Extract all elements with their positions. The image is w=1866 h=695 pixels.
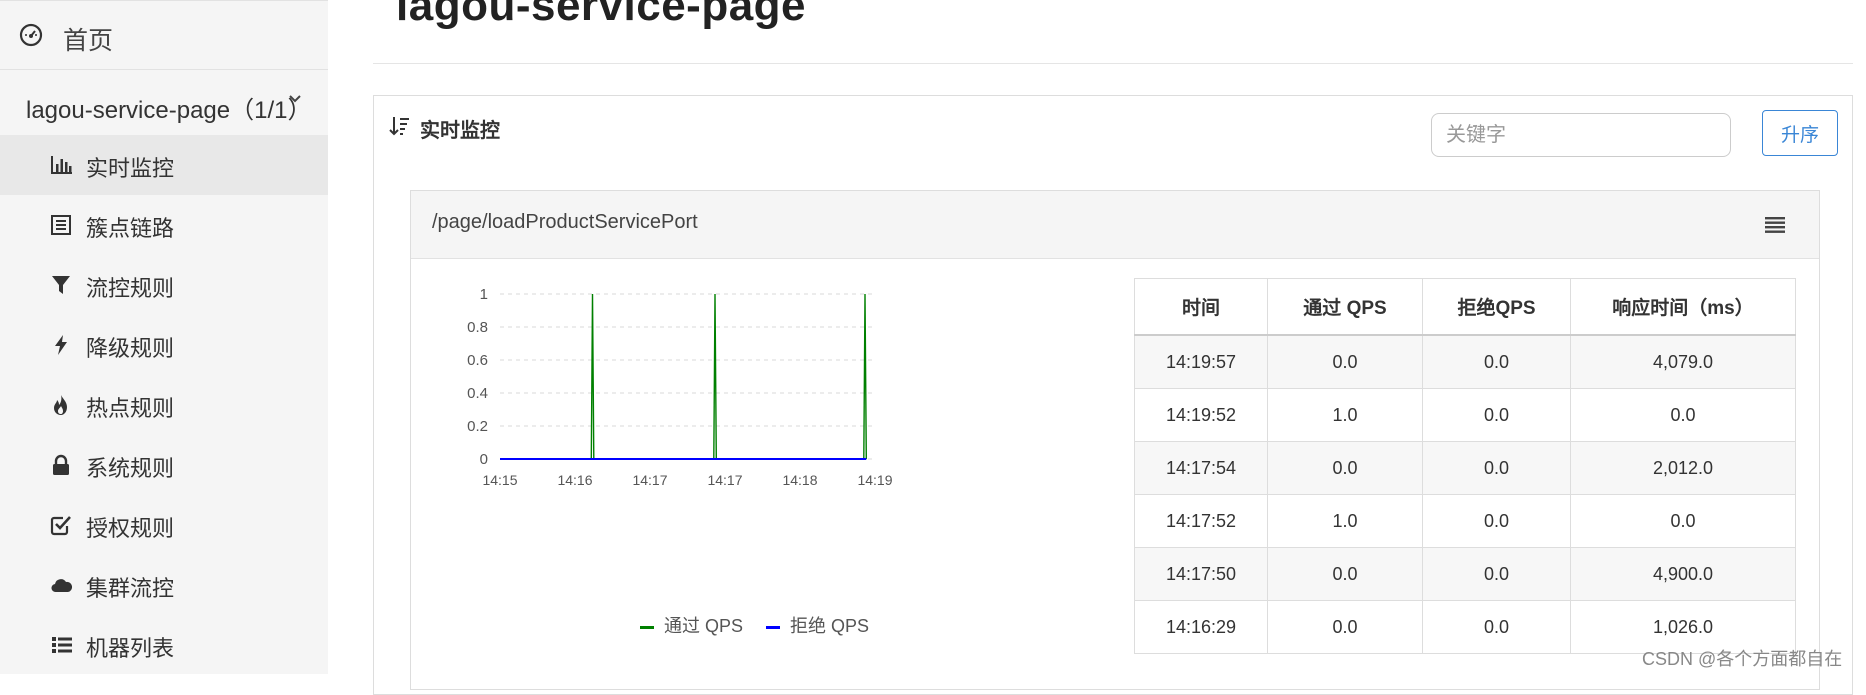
table-row: 14:17:54 0.0 0.0 2,012.0 xyxy=(1134,441,1796,495)
filter-icon xyxy=(52,276,70,294)
table-cell: 4,900.0 xyxy=(1570,547,1796,601)
table-cell: 0.0 xyxy=(1422,600,1571,654)
check-square-icon xyxy=(50,516,71,536)
legend-item-pass: 通过 QPS xyxy=(640,612,743,638)
search-input[interactable] xyxy=(1431,113,1731,157)
header-divider xyxy=(373,63,1853,64)
bolt-icon xyxy=(55,335,67,355)
table-row: 14:19:57 0.0 0.0 4,079.0 xyxy=(1134,334,1796,389)
y-tick-label: 0 xyxy=(480,451,488,468)
sidebar-item-label: 实时监控 xyxy=(86,156,175,181)
legend-label-pass: 通过 QPS xyxy=(664,616,744,636)
bar-chart-icon xyxy=(51,156,72,174)
y-tick-label: 0.2 xyxy=(467,418,488,435)
sidebar-item-label: 授权规则 xyxy=(86,516,175,541)
table-cell: 0.0 xyxy=(1267,334,1423,389)
table-header: 拒绝QPS xyxy=(1422,278,1571,336)
chart-legend: 通过 QPS 拒绝 QPS xyxy=(640,612,887,638)
sidebar-item-label: 热点规则 xyxy=(86,396,175,421)
sidebar-item-label: 簇点链路 xyxy=(86,216,175,241)
series-line-pass-qps xyxy=(500,293,867,460)
legend-item-block: 拒绝 QPS xyxy=(766,612,869,638)
x-tick-label: 14:15 xyxy=(482,472,517,488)
sidebar-item-system-rules[interactable]: 系统规则 xyxy=(0,435,328,495)
y-tick-label: 0.6 xyxy=(467,352,488,369)
table-cell: 0.0 xyxy=(1422,494,1571,548)
watermark: CSDN @各个方面都自在 xyxy=(1642,649,1843,669)
sidebar-home[interactable]: 首页 xyxy=(0,0,328,70)
table-header: 时间 xyxy=(1134,278,1268,336)
sidebar-item-label: 流控规则 xyxy=(86,276,175,301)
y-tick-label: 1 xyxy=(480,286,488,303)
sidebar-item-label: 集群流控 xyxy=(86,576,175,601)
table-cell: 0.0 xyxy=(1267,441,1423,495)
table-cell: 14:16:29 xyxy=(1134,600,1268,654)
sidebar-app-item[interactable]: lagou-service-page（1/1） xyxy=(0,70,328,135)
resource-name: /page/loadProductServicePort xyxy=(432,211,698,233)
sort-button[interactable]: 升序 xyxy=(1762,110,1838,156)
legend-label-block: 拒绝 QPS xyxy=(790,616,870,636)
table-cell: 0.0 xyxy=(1267,600,1423,654)
table-cell: 14:17:52 xyxy=(1134,494,1268,548)
table-row: 14:17:52 1.0 0.0 0.0 xyxy=(1134,494,1796,548)
table-cell: 14:17:50 xyxy=(1134,547,1268,601)
sidebar-item-label: 系统规则 xyxy=(86,456,175,481)
table-cell: 0.0 xyxy=(1570,388,1796,442)
list-ul-icon xyxy=(52,637,72,653)
sidebar-item-label: 机器列表 xyxy=(86,636,175,661)
page-title: lagou-service-page xyxy=(396,0,807,30)
sidebar-item-flow-rules[interactable]: 流控规则 xyxy=(0,255,328,315)
lock-icon xyxy=(53,454,69,475)
chevron-down-icon xyxy=(289,95,301,103)
cloud-icon xyxy=(51,579,73,593)
x-tick-label: 14:17 xyxy=(707,472,742,488)
table-cell: 0.0 xyxy=(1422,334,1571,389)
table-header-row: 时间 通过 QPS 拒绝QPS 响应时间（ms） xyxy=(1134,278,1796,336)
table-row: 14:19:52 1.0 0.0 0.0 xyxy=(1134,388,1796,442)
sidebar-item-cluster-flow[interactable]: 集群流控 xyxy=(0,555,328,615)
sidebar-item-label: 降级规则 xyxy=(86,336,175,361)
legend-swatch-pass xyxy=(640,625,654,629)
table-cell: 0.0 xyxy=(1422,388,1571,442)
qps-line-chart: 1 0.8 0.6 0.4 0.2 0 14:15 14:16 14:17 14:17 14:18 1… xyxy=(467,286,893,488)
table-cell: 0.0 xyxy=(1422,547,1571,601)
list-icon xyxy=(51,215,71,235)
x-tick-label: 14:17 xyxy=(632,472,667,488)
table-cell: 0.0 xyxy=(1570,494,1796,548)
x-tick-label: 14:16 xyxy=(557,472,592,488)
table-cell: 1.0 xyxy=(1267,494,1423,548)
panel-title: 实时监控 xyxy=(420,120,500,142)
table-cell: 4,079.0 xyxy=(1570,334,1796,389)
table-row: 14:17:50 0.0 0.0 4,900.0 xyxy=(1134,547,1796,601)
sidebar-home-label: 首页 xyxy=(63,27,114,55)
table-cell: 0.0 xyxy=(1422,441,1571,495)
table-header: 通过 QPS xyxy=(1267,278,1423,336)
fire-icon xyxy=(54,395,67,415)
y-tick-label: 0.4 xyxy=(467,385,488,402)
x-tick-label: 14:19 xyxy=(857,472,892,488)
sidebar: 首页 lagou-service-page（1/1） 实时监控 簇点链路 流控规… xyxy=(0,0,328,674)
sidebar-item-degrade-rules[interactable]: 降级规则 xyxy=(0,315,328,375)
table-cell: 14:19:57 xyxy=(1134,334,1268,389)
sidebar-item-auth-rules[interactable]: 授权规则 xyxy=(0,495,328,555)
sidebar-item-cluster-links[interactable]: 簇点链路 xyxy=(0,195,328,255)
table-cell: 1.0 xyxy=(1267,388,1423,442)
sidebar-item-hotspot-rules[interactable]: 热点规则 xyxy=(0,375,328,435)
x-tick-label: 14:18 xyxy=(782,472,817,488)
sort-amount-icon xyxy=(389,117,409,136)
table-cell: 2,012.0 xyxy=(1570,441,1796,495)
table-cell: 14:17:54 xyxy=(1134,441,1268,495)
sidebar-app-label: lagou-service-page（1/1） xyxy=(26,97,312,124)
y-tick-label: 0.8 xyxy=(467,319,488,336)
menu-icon[interactable] xyxy=(1763,214,1787,234)
sidebar-item-realtime[interactable]: 实时监控 xyxy=(0,135,328,195)
sidebar-item-machine-list[interactable]: 机器列表 xyxy=(0,615,328,675)
table-cell: 0.0 xyxy=(1267,547,1423,601)
legend-swatch-block xyxy=(766,625,781,629)
metrics-table: 时间 通过 QPS 拒绝QPS 响应时间（ms） 14:19:57 0.0 0.… xyxy=(1134,278,1796,654)
table-cell: 14:19:52 xyxy=(1134,388,1268,442)
table-header: 响应时间（ms） xyxy=(1570,278,1796,336)
dashboard-icon xyxy=(19,23,43,47)
